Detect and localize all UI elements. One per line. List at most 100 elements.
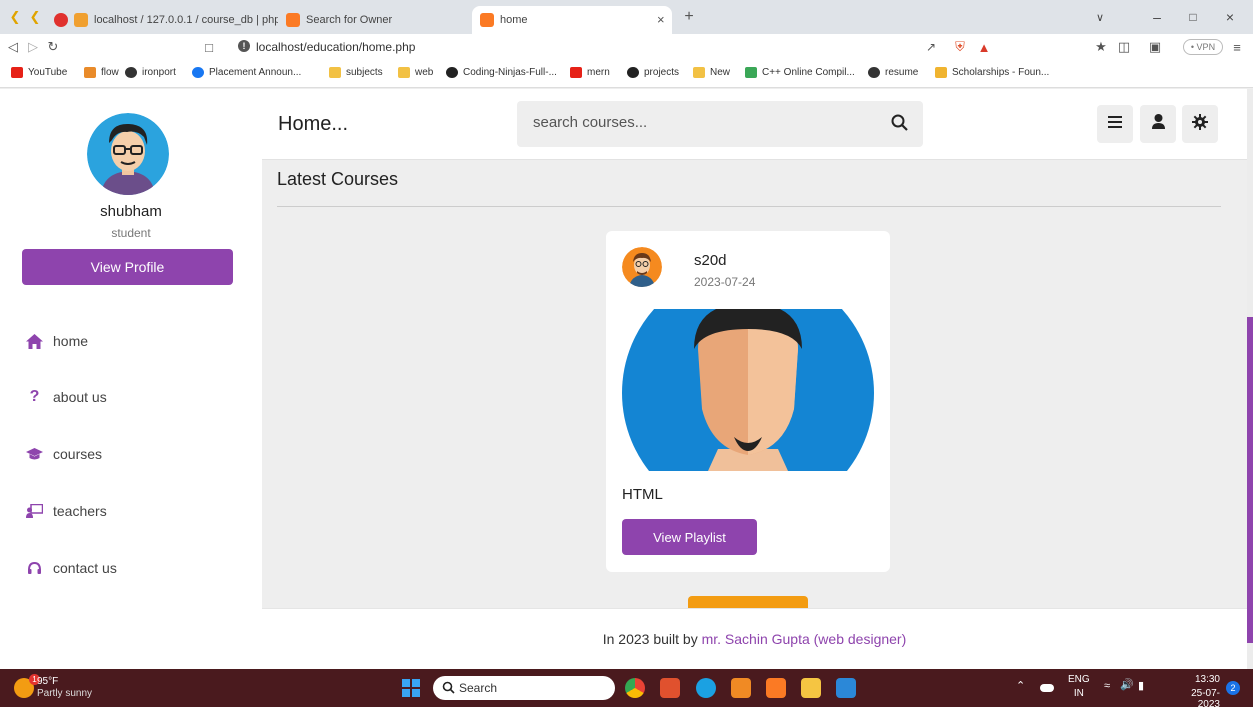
section-title: Latest Courses (277, 169, 399, 189)
sidebar-item-courses[interactable]: courses (26, 442, 102, 466)
close-tab-icon[interactable]: × (657, 12, 665, 27)
course-card: s20d 2023-07-24 HTML View Playlist (606, 231, 890, 572)
footer: In 2023 built by mr. Sachin Gupta (web d… (262, 608, 1247, 669)
search-button[interactable] (885, 111, 913, 139)
vpn-button[interactable]: • VPN (1183, 39, 1223, 55)
chevron-down-icon[interactable]: ∨ (1089, 7, 1111, 27)
search-input[interactable] (533, 114, 873, 131)
xampp-icon[interactable] (766, 678, 786, 698)
brave-rewards-icon[interactable]: ▲ (975, 38, 993, 56)
tab-phpmyadmin[interactable]: localhost / 127.0.0.1 / course_db | php (46, 6, 278, 34)
tab-search-owner[interactable]: Search for Owner (278, 6, 468, 34)
battery-icon[interactable]: ▮ (1138, 681, 1144, 692)
chrome-icon[interactable] (625, 678, 645, 698)
author-link[interactable]: mr. Sachin Gupta (web designer) (702, 631, 907, 647)
home-icon (26, 333, 43, 350)
sidebar-item-about[interactable]: ? about us (26, 385, 107, 409)
bookmark-flow[interactable]: flow (84, 67, 119, 78)
language-indicator[interactable]: ENG IN (1068, 674, 1090, 699)
page-title[interactable]: Home... (278, 113, 348, 136)
sublime-icon[interactable] (731, 678, 751, 698)
url-field[interactable]: localhost/education/home.php (256, 40, 415, 54)
volume-icon[interactable]: 🔊 (1120, 680, 1134, 691)
sidebar-item-label: home (53, 333, 89, 349)
close-window-icon[interactable]: × (1219, 7, 1241, 27)
avatar[interactable] (87, 113, 169, 195)
bookmark-projects[interactable]: projects (627, 67, 679, 78)
bookmark-youtube[interactable]: YouTube (11, 67, 67, 78)
sidebar-item-teachers[interactable]: teachers (26, 499, 107, 523)
clock[interactable]: 13:30 25-07-2023 (1176, 674, 1220, 707)
chalkboard-teacher-icon (26, 503, 43, 520)
weather-widget[interactable]: 1 95°F Partly sunny (10, 669, 110, 707)
share-icon[interactable]: ↗ (922, 38, 940, 56)
restore-icon[interactable]: □ (1182, 7, 1204, 27)
back-icon[interactable]: ◁ (4, 38, 22, 56)
brave-icon[interactable] (660, 678, 680, 698)
wallet-icon[interactable]: ▣ (1146, 38, 1164, 56)
view-profile-button[interactable]: View Profile (22, 249, 233, 285)
section-divider (277, 206, 1221, 207)
edge-icon[interactable] (696, 678, 716, 698)
bookmark-web[interactable]: web (398, 67, 433, 78)
forward-icon[interactable]: ▷ (24, 38, 42, 56)
wifi-icon[interactable]: ≈ (1104, 681, 1110, 692)
photos-icon[interactable] (836, 678, 856, 698)
address-bar: ◁ ▷ ↻ □ ! localhost/education/home.php ↗… (0, 34, 1253, 60)
user-name: shubham (100, 203, 162, 220)
sidebar-item-label: about us (53, 389, 107, 405)
tab-home[interactable]: home × (472, 6, 672, 34)
notification-badge[interactable]: 2 (1226, 681, 1240, 695)
scrollbar-thumb[interactable] (1247, 317, 1253, 643)
back-tab-icon[interactable]: ❮ (6, 8, 24, 26)
headset-icon (26, 560, 43, 577)
reload-icon[interactable]: ↻ (44, 38, 62, 56)
globe-icon (868, 67, 880, 78)
bookmark-new[interactable]: New (693, 67, 730, 78)
settings-button[interactable] (1182, 105, 1218, 143)
site-info-icon[interactable]: ! (238, 40, 250, 52)
brave-shields-icon[interactable]: ⛨ (951, 38, 969, 56)
header: Home... (262, 89, 1247, 160)
minimize-icon[interactable]: – (1146, 7, 1168, 27)
view-playlist-button[interactable]: View Playlist (622, 519, 757, 555)
menu-icon[interactable]: ≡ (1228, 38, 1246, 56)
sidebar-item-contact[interactable]: contact us (26, 556, 117, 580)
course-title: HTML (622, 486, 663, 503)
youtube-icon (570, 67, 582, 78)
sidebar-item-home[interactable]: home (26, 329, 88, 353)
onedrive-icon[interactable] (1040, 684, 1054, 692)
bookmark-placement[interactable]: Placement Announ... (192, 67, 301, 78)
bookmark-ironport[interactable]: ironport (125, 67, 176, 78)
bookmark-page-icon[interactable]: □ (200, 38, 218, 56)
file-explorer-icon[interactable] (801, 678, 821, 698)
extensions-icon[interactable]: ★ (1092, 38, 1110, 56)
bookmark-coding-ninjas[interactable]: Coding-Ninjas-Full-... (446, 67, 557, 78)
back-tab-icon-2[interactable]: ❮ (26, 8, 44, 26)
course-date: 2023-07-24 (694, 275, 756, 289)
youtube-icon (11, 67, 23, 78)
show-hidden-icons[interactable]: ⌃ (1016, 681, 1025, 692)
clock-date: 25-07-2023 (1191, 688, 1220, 707)
sidebar-toggle-icon[interactable]: ◫ (1115, 38, 1133, 56)
sidebar-item-label: courses (53, 446, 103, 462)
clock-time: 13:30 (1194, 674, 1220, 685)
new-tab-icon[interactable]: + (680, 8, 698, 26)
compiler-icon (745, 67, 757, 78)
windows-start-icon[interactable] (402, 679, 420, 697)
tab-label: home (500, 14, 528, 26)
user-button[interactable] (1140, 105, 1176, 143)
bookmark-cpp-compiler[interactable]: C++ Online Compil... (745, 67, 855, 78)
bookmark-subjects[interactable]: subjects (329, 67, 383, 78)
sidebar-item-label: teachers (53, 503, 107, 519)
flow-icon (84, 67, 96, 78)
sidebar: shubham student View Profile home ? abou… (0, 89, 262, 669)
brave-icon (54, 13, 68, 27)
taskbar-search[interactable]: Search (433, 676, 615, 700)
bookmark-mern[interactable]: mern (570, 67, 610, 78)
menu-button[interactable] (1097, 105, 1133, 143)
bookmark-resume[interactable]: resume (868, 67, 918, 78)
course-thumbnail[interactable] (622, 309, 874, 471)
weather-desc: Partly sunny (37, 688, 93, 699)
bookmark-scholarships[interactable]: Scholarships - Foun... (935, 67, 1049, 78)
